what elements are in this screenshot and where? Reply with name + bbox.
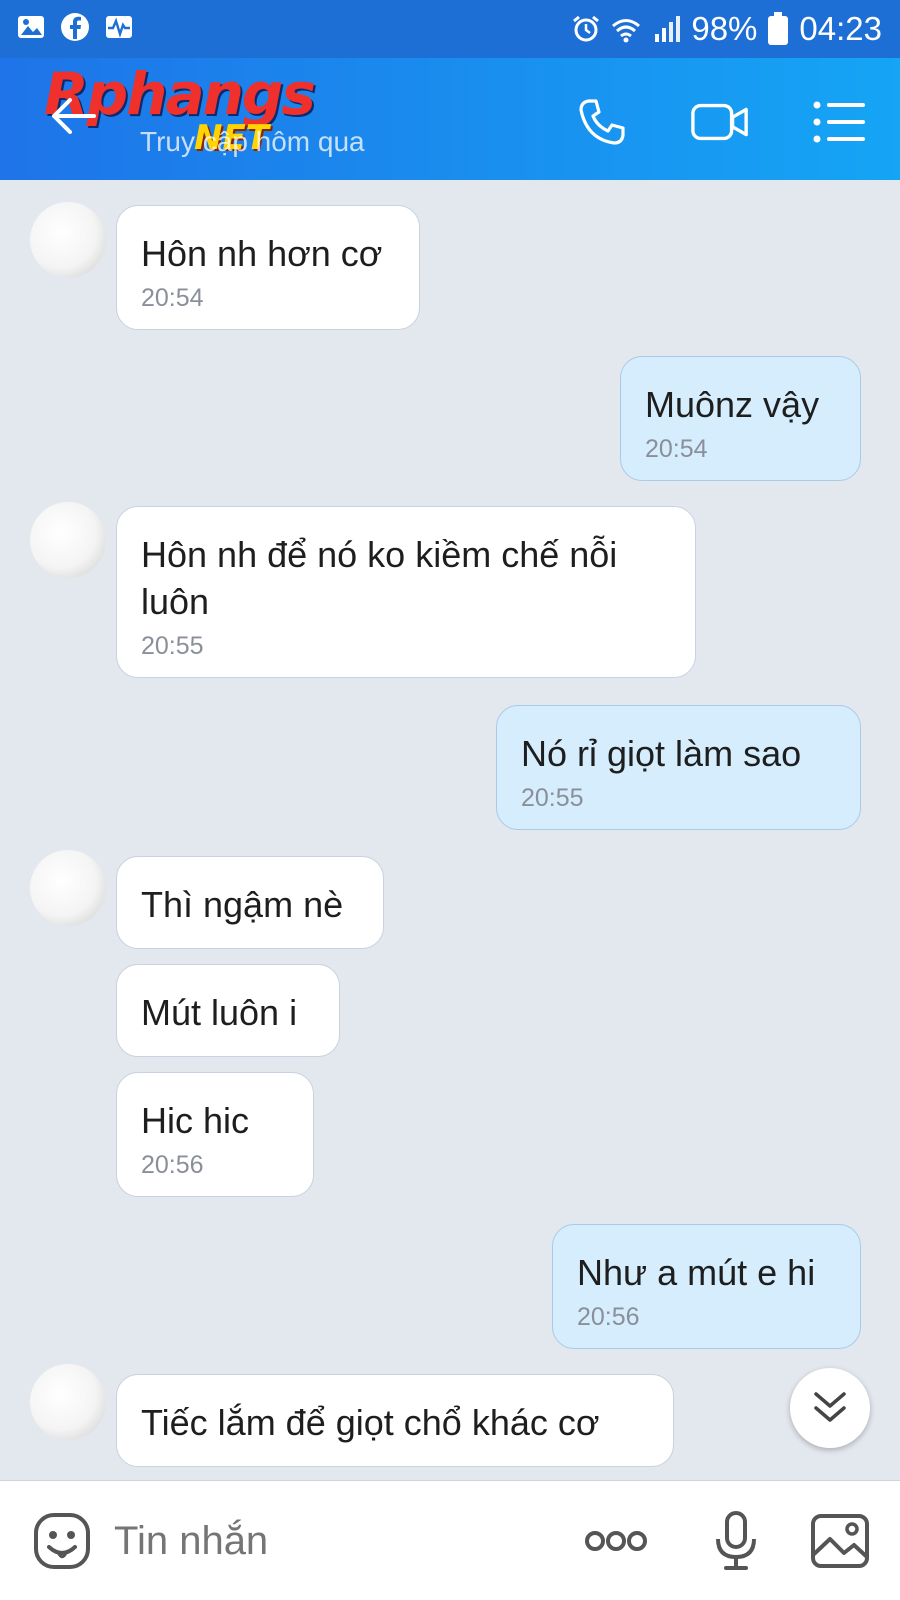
message-time: 20:56	[141, 1151, 204, 1179]
message-text: Hôn nh hơn cơ	[141, 233, 383, 274]
message-bubble-outgoing[interactable]: Muônz vậy 20:54	[620, 356, 861, 481]
avatar[interactable]	[30, 850, 106, 926]
signal-icon	[655, 16, 681, 42]
options-menu-button[interactable]	[810, 92, 870, 152]
message-bubble-outgoing[interactable]: Như a mút e hi 20:56	[552, 1224, 861, 1349]
notification-icons	[16, 12, 134, 42]
avatar[interactable]	[30, 502, 106, 578]
battery-icon	[768, 12, 789, 45]
back-arrow-icon[interactable]	[44, 88, 100, 144]
message-composer	[0, 1480, 900, 1600]
avatar[interactable]	[30, 1364, 106, 1440]
status-bar: 98% 04:23	[0, 0, 900, 58]
message-time: 20:54	[645, 435, 708, 463]
message-bubble-incoming[interactable]: Hôn nh hơn cơ 20:54	[116, 205, 420, 330]
message-text: Tiếc lắm để giọt chổ khác cơ	[141, 1402, 600, 1443]
message-text: Nó rỉ giọt làm sao	[521, 733, 802, 774]
message-list[interactable]: Hôn nh hơn cơ 20:54 Muônz vậy 20:54 Hôn …	[0, 180, 900, 1480]
video-call-icon	[691, 103, 748, 141]
message-time: 20:55	[521, 784, 584, 812]
message-text: Thì ngậm nè	[141, 884, 344, 925]
message-time: 20:55	[141, 632, 204, 660]
message-bubble-outgoing[interactable]: Nó rỉ giọt làm sao 20:55	[496, 705, 861, 830]
message-bubble-incoming[interactable]: Thì ngậm nè	[116, 856, 384, 949]
alarm-icon	[573, 15, 600, 42]
message-text: Muônz vậy	[645, 384, 820, 425]
message-bubble-incoming[interactable]: Hic hic 20:56	[116, 1072, 314, 1197]
image-icon[interactable]	[810, 1511, 870, 1571]
sticker-icon[interactable]	[32, 1511, 92, 1571]
status-right: 98% 04:23	[571, 10, 882, 48]
message-time: 20:54	[141, 284, 204, 312]
activity-icon	[106, 16, 132, 38]
menu-icon	[813, 101, 865, 143]
last-seen-status: Truy cập hôm qua	[140, 126, 365, 157]
clock: 04:23	[799, 10, 882, 47]
scroll-to-bottom-button[interactable]	[790, 1368, 870, 1448]
microphone-icon[interactable]	[706, 1511, 766, 1571]
message-text: Như a mút e hi	[577, 1252, 816, 1293]
facebook-icon	[61, 13, 89, 41]
message-text: Mút luôn i	[141, 992, 298, 1033]
more-dots-icon[interactable]	[584, 1511, 648, 1571]
message-time: 20:56	[577, 1303, 640, 1331]
message-bubble-incoming[interactable]: Tiếc lắm để giọt chổ khác cơ	[116, 1374, 674, 1467]
wifi-icon	[612, 19, 641, 43]
video-call-button[interactable]	[690, 92, 750, 152]
phone-icon	[579, 99, 625, 145]
message-bubble-incoming[interactable]: Hôn nh để nó ko kiềm chế nỗi luôn 20:55	[116, 506, 696, 678]
battery-percent: 98%	[691, 10, 758, 47]
message-input[interactable]	[114, 1519, 554, 1564]
chevron-double-down-icon	[814, 1392, 846, 1422]
message-text: Hôn nh để nó ko kiềm chế nỗi luôn	[141, 534, 618, 622]
message-bubble-incoming[interactable]: Mút luôn i	[116, 964, 340, 1057]
call-button[interactable]	[572, 92, 632, 152]
message-text: Hic hic	[141, 1100, 250, 1141]
avatar[interactable]	[30, 202, 106, 278]
chat-header: Rphangs NET Truy cập hôm qua	[0, 58, 900, 180]
gallery-icon	[18, 16, 44, 38]
